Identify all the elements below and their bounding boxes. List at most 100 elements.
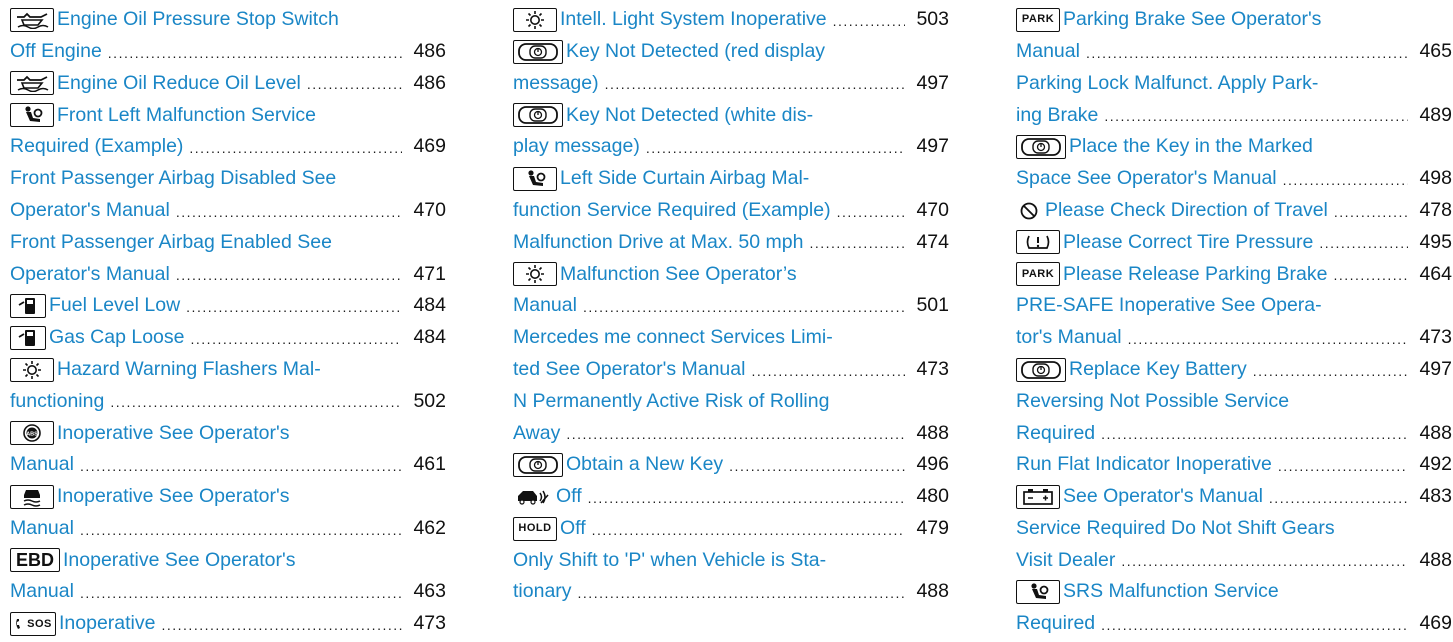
index-entry-title[interactable]: Parking Brake See Operator's xyxy=(1063,10,1321,30)
index-entry-line[interactable]: Manual 461 xyxy=(10,449,446,481)
index-entry-title[interactable]: Front Passenger Airbag Disabled See xyxy=(10,169,336,189)
index-entry-title[interactable]: SRS Malfunction Service xyxy=(1063,582,1279,602)
index-entry-title[interactable]: Left Side Curtain Airbag Mal- xyxy=(560,169,809,189)
index-entry-line[interactable]: See Operator's Manual 483 xyxy=(1016,481,1452,513)
index-entry-title[interactable]: Engine Oil Reduce Oil Level xyxy=(57,73,301,94)
index-entry-line[interactable]: HOLDOff 479 xyxy=(513,513,949,545)
index-entry-title[interactable]: Inoperative See Operator's xyxy=(57,423,289,444)
index-entry-line[interactable]: play message) 497 xyxy=(513,131,949,163)
index-entry-title[interactable]: Intell. Light System Inoperative xyxy=(560,10,827,30)
index-entry-line[interactable]: tionary 488 xyxy=(513,576,949,608)
index-entry-title[interactable]: function Service Required (Example) xyxy=(513,200,831,221)
index-entry-title[interactable]: Front Left Malfunction Service xyxy=(57,105,316,126)
index-entry-title[interactable]: Run Flat Indicator Inoperative xyxy=(1016,455,1272,475)
index-entry-title[interactable]: See Operator's Manual xyxy=(1063,487,1263,507)
index-entry-line[interactable]: Away 488 xyxy=(513,417,949,449)
index-entry-title[interactable]: Please Correct Tire Pressure xyxy=(1063,232,1313,253)
index-entry-title[interactable]: Hazard Warning Flashers Mal- xyxy=(57,359,321,380)
index-entry-line[interactable]: Visit Dealer 488 xyxy=(1016,545,1452,577)
index-entry-title[interactable]: Inoperative See Operator's xyxy=(63,550,295,571)
index-entry-title[interactable]: Manual xyxy=(10,582,74,602)
index-entry-title[interactable]: Front Passenger Airbag Enabled See xyxy=(10,232,332,253)
index-entry-title[interactable]: Required (Example) xyxy=(10,137,183,157)
index-entry-title[interactable]: PRE-SAFE Inoperative See Opera- xyxy=(1016,296,1322,316)
index-entry-title[interactable]: Manual xyxy=(10,518,74,539)
index-entry-line[interactable]: Please Correct Tire Pressure 495 xyxy=(1016,227,1452,259)
index-entry-line[interactable]: Required (Example) 469 xyxy=(10,131,446,163)
index-entry-line[interactable]: Please Check Direction of Travel 478 xyxy=(1016,195,1452,227)
index-entry-line: Key Not Detected (white dis- xyxy=(513,99,949,131)
index-entry-title[interactable]: functioning xyxy=(10,391,104,412)
light-bulb-icon xyxy=(513,262,557,287)
index-entry-title[interactable]: Please Release Parking Brake xyxy=(1063,264,1327,285)
index-entry-line[interactable]: ted See Operator's Manual 473 xyxy=(513,354,949,386)
index-entry-title[interactable]: Visit Dealer xyxy=(1016,550,1115,571)
index-entry-line[interactable]: Operator's Manual 471 xyxy=(10,258,446,290)
index-entry-title[interactable]: Engine Oil Pressure Stop Switch xyxy=(57,10,339,30)
index-entry-line[interactable]: Fuel Level Low 484 xyxy=(10,290,446,322)
index-entry-title[interactable]: Away xyxy=(513,423,560,444)
index-entry-title[interactable]: Parking Lock Malfunct. Apply Park- xyxy=(1016,73,1318,94)
index-entry-title[interactable]: Off xyxy=(556,487,582,507)
index-entry-line[interactable]: function Service Required (Example) 470 xyxy=(513,195,949,227)
index-entry-line[interactable]: tor's Manual 473 xyxy=(1016,322,1452,354)
index-entry-line[interactable]: PARKPlease Release Parking Brake 464 xyxy=(1016,258,1452,290)
index-entry-title[interactable]: Manual xyxy=(1016,41,1080,62)
index-entry-line[interactable]: Required 488 xyxy=(1016,417,1452,449)
index-entry-title[interactable]: Operator's Manual xyxy=(10,200,170,221)
index-entry-line[interactable]: Replace Key Battery 497 xyxy=(1016,354,1452,386)
index-entry-title[interactable]: ing Brake xyxy=(1016,105,1098,126)
index-entry-title[interactable]: Manual xyxy=(10,455,74,475)
index-entry-title[interactable]: Key Not Detected (red display xyxy=(566,41,825,62)
index-entry-line[interactable]: Malfunction Drive at Max. 50 mph 474 xyxy=(513,227,949,259)
index-entry-title[interactable]: Manual xyxy=(513,296,577,316)
index-entry-line[interactable]: Run Flat Indicator Inoperative 492 xyxy=(1016,449,1452,481)
index-entry-title[interactable]: Operator's Manual xyxy=(10,264,170,285)
index-entry-title[interactable]: Obtain a New Key xyxy=(566,455,723,475)
index-entry-title[interactable]: Mercedes me connect Services Limi- xyxy=(513,328,833,348)
index-entry-line[interactable]: Intell. Light System Inoperative 503 xyxy=(513,4,949,36)
index-entry-line[interactable]: Required 469 xyxy=(1016,608,1452,640)
sos-icon: SOS xyxy=(10,612,56,637)
index-entry-title[interactable]: message) xyxy=(513,73,599,94)
index-entry-line[interactable]: Manual 463 xyxy=(10,576,446,608)
index-entry-title[interactable]: tor's Manual xyxy=(1016,328,1122,348)
index-entry-title[interactable]: Gas Cap Loose xyxy=(49,328,185,348)
index-entry-title[interactable]: Required xyxy=(1016,614,1095,634)
index-entry-title[interactable]: ted See Operator's Manual xyxy=(513,359,745,380)
index-entry-line[interactable]: Off Engine 486 xyxy=(10,36,446,68)
index-entry-line[interactable]: Off 480 xyxy=(513,481,949,513)
index-entry-line[interactable]: SOS Inoperative 473 xyxy=(10,608,446,640)
index-entry-title[interactable]: Key Not Detected (white dis- xyxy=(566,105,813,126)
index-entry-title[interactable]: Fuel Level Low xyxy=(49,296,180,316)
index-entry-title[interactable]: Service Required Do Not Shift Gears xyxy=(1016,518,1335,539)
index-entry-title[interactable]: Inoperative xyxy=(59,614,155,634)
index-entry-title[interactable]: Place the Key in the Marked xyxy=(1069,137,1313,157)
index-entry-title[interactable]: Malfunction See Operator’s xyxy=(560,264,797,285)
index-entry-title[interactable]: Inoperative See Operator's xyxy=(57,487,289,507)
index-entry-title[interactable]: play message) xyxy=(513,137,640,157)
index-entry-line[interactable]: message) 497 xyxy=(513,68,949,100)
index-entry-title[interactable]: Please Check Direction of Travel xyxy=(1045,200,1328,221)
index-entry-title[interactable]: Off xyxy=(560,518,586,539)
index-entry-line[interactable]: Obtain a New Key 496 xyxy=(513,449,949,481)
page-number: 488 xyxy=(916,580,949,603)
index-entry-line[interactable]: Operator's Manual 470 xyxy=(10,195,446,227)
index-entry-title[interactable]: Only Shift to 'P' when Vehicle is Sta- xyxy=(513,550,826,571)
index-entry-title[interactable]: Required xyxy=(1016,423,1095,444)
index-entry-title[interactable]: tionary xyxy=(513,582,572,602)
index-entry-line[interactable]: Manual 465 xyxy=(1016,36,1452,68)
index-entry-line[interactable]: Engine Oil Reduce Oil Level 486 xyxy=(10,68,446,100)
index-entry-title[interactable]: Malfunction Drive at Max. 50 mph xyxy=(513,232,803,253)
index-entry-line[interactable]: Gas Cap Loose 484 xyxy=(10,322,446,354)
index-entry-title[interactable]: Space See Operator's Manual xyxy=(1016,169,1277,189)
index-entry-line[interactable]: Manual 462 xyxy=(10,513,446,545)
index-entry-title[interactable]: Reversing Not Possible Service xyxy=(1016,391,1289,412)
index-entry-line[interactable]: Manual 501 xyxy=(513,290,949,322)
index-entry-title[interactable]: N Permanently Active Risk of Rolling xyxy=(513,391,829,412)
index-entry-line[interactable]: functioning 502 xyxy=(10,386,446,418)
index-entry-title[interactable]: Off Engine xyxy=(10,41,102,62)
index-entry-title[interactable]: Replace Key Battery xyxy=(1069,359,1247,380)
index-entry-line[interactable]: ing Brake 489 xyxy=(1016,99,1452,131)
index-entry-line[interactable]: Space See Operator's Manual 498 xyxy=(1016,163,1452,195)
